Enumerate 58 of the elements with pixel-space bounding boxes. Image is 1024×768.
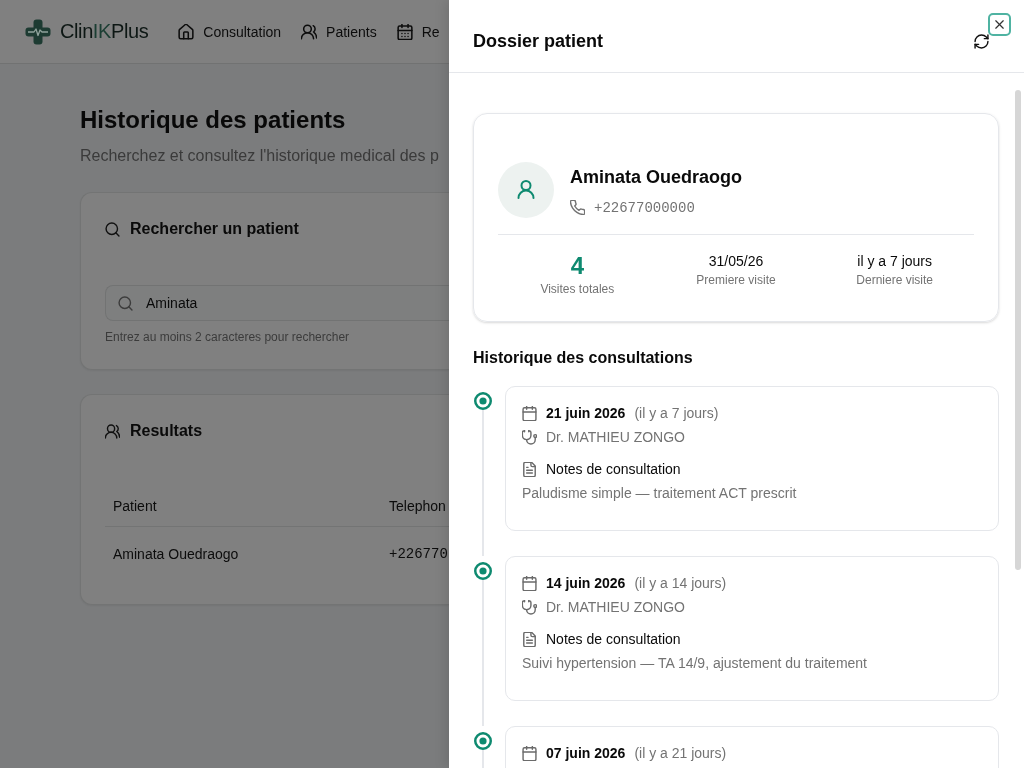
notes-text: Suivi hypertension — TA 14/9, ajustement du traitement: [522, 654, 868, 672]
search-icon: [118, 295, 133, 311]
scrollbar-thumb[interactable]: [1015, 90, 1021, 570]
timeline-dot-icon: [474, 732, 492, 750]
calendar-icon: [396, 23, 413, 40]
table-cell-text: Aminata Ouedraogo: [112, 544, 240, 564]
stat-label: Premiere visite: [696, 272, 776, 288]
stethoscope-icon: [522, 429, 537, 445]
notes-heading: Notes de consultation: [546, 460, 681, 478]
drawer-title: Dossier patient: [473, 30, 604, 52]
patient-phone: +22677000000: [594, 199, 695, 216]
document-icon: [522, 461, 537, 477]
timeline-dot-icon: [474, 392, 492, 410]
users-icon: [105, 423, 120, 439]
helper-text: Entrez au moins 2 caracteres pour rechercher: [105, 329, 351, 345]
document-icon: [522, 631, 537, 647]
close-button[interactable]: [988, 13, 1011, 36]
home-icon: [178, 23, 195, 40]
consultation-date: 07 juin 2026: [546, 744, 626, 762]
avatar-icon: [498, 162, 554, 218]
consultation-date: 21 juin 2026: [546, 404, 626, 422]
relative-time: (il y a 14 jours): [634, 574, 727, 592]
nav-link[interactable]: Consultation: [178, 23, 282, 40]
doctor-name: Dr. MATHIEU ZONGO: [546, 598, 685, 616]
column-header: Patient: [105, 485, 381, 527]
relative-time: (il y a 21 jours): [634, 744, 727, 762]
consultation-date: 14 juin 2026: [546, 574, 626, 592]
notes-heading: Notes de consultation: [546, 630, 681, 648]
phone-icon: [570, 200, 585, 215]
patient-name: Aminata Ouedraogo: [570, 165, 743, 189]
calendar-icon: [522, 575, 537, 591]
logo-text: ClinIKPlus: [60, 20, 149, 43]
section-title: Historique des consultations: [473, 348, 694, 368]
search-field[interactable]: Aminata: [105, 285, 449, 321]
stat-label: Derniere visite: [856, 272, 933, 288]
table-cell-text: +226770: [388, 544, 449, 564]
card-title: Resultats: [130, 421, 203, 441]
logo-icon: [25, 18, 51, 45]
refresh-icon[interactable]: [974, 33, 989, 49]
users-icon: [301, 23, 318, 40]
page-title: Historique des patients: [80, 105, 347, 135]
close-icon: [993, 18, 1006, 31]
stat-value: 4: [570, 251, 584, 281]
relative-time: (il y a 7 jours): [634, 404, 719, 422]
calendar-icon: [522, 745, 537, 761]
nav-link[interactable]: Patients: [301, 23, 377, 40]
search-icon: [105, 221, 120, 237]
notes-text: Paludisme simple — traitement ACT prescrit: [522, 484, 798, 502]
nav-link[interactable]: Re: [396, 23, 440, 40]
calendar-icon: [522, 405, 537, 421]
stat-value: il y a 7 jours: [857, 252, 932, 271]
stethoscope-icon: [522, 599, 537, 615]
page-subtitle: Recherchez et consultez l'historique medical des p: [80, 146, 440, 166]
stat-value: 31/05/26: [708, 252, 764, 271]
card-title: Rechercher un patient: [130, 219, 299, 239]
timeline-dot-icon: [474, 562, 492, 580]
stat-label: Visites totales: [540, 281, 615, 297]
doctor-name: Dr. MATHIEU ZONGO: [546, 428, 685, 446]
